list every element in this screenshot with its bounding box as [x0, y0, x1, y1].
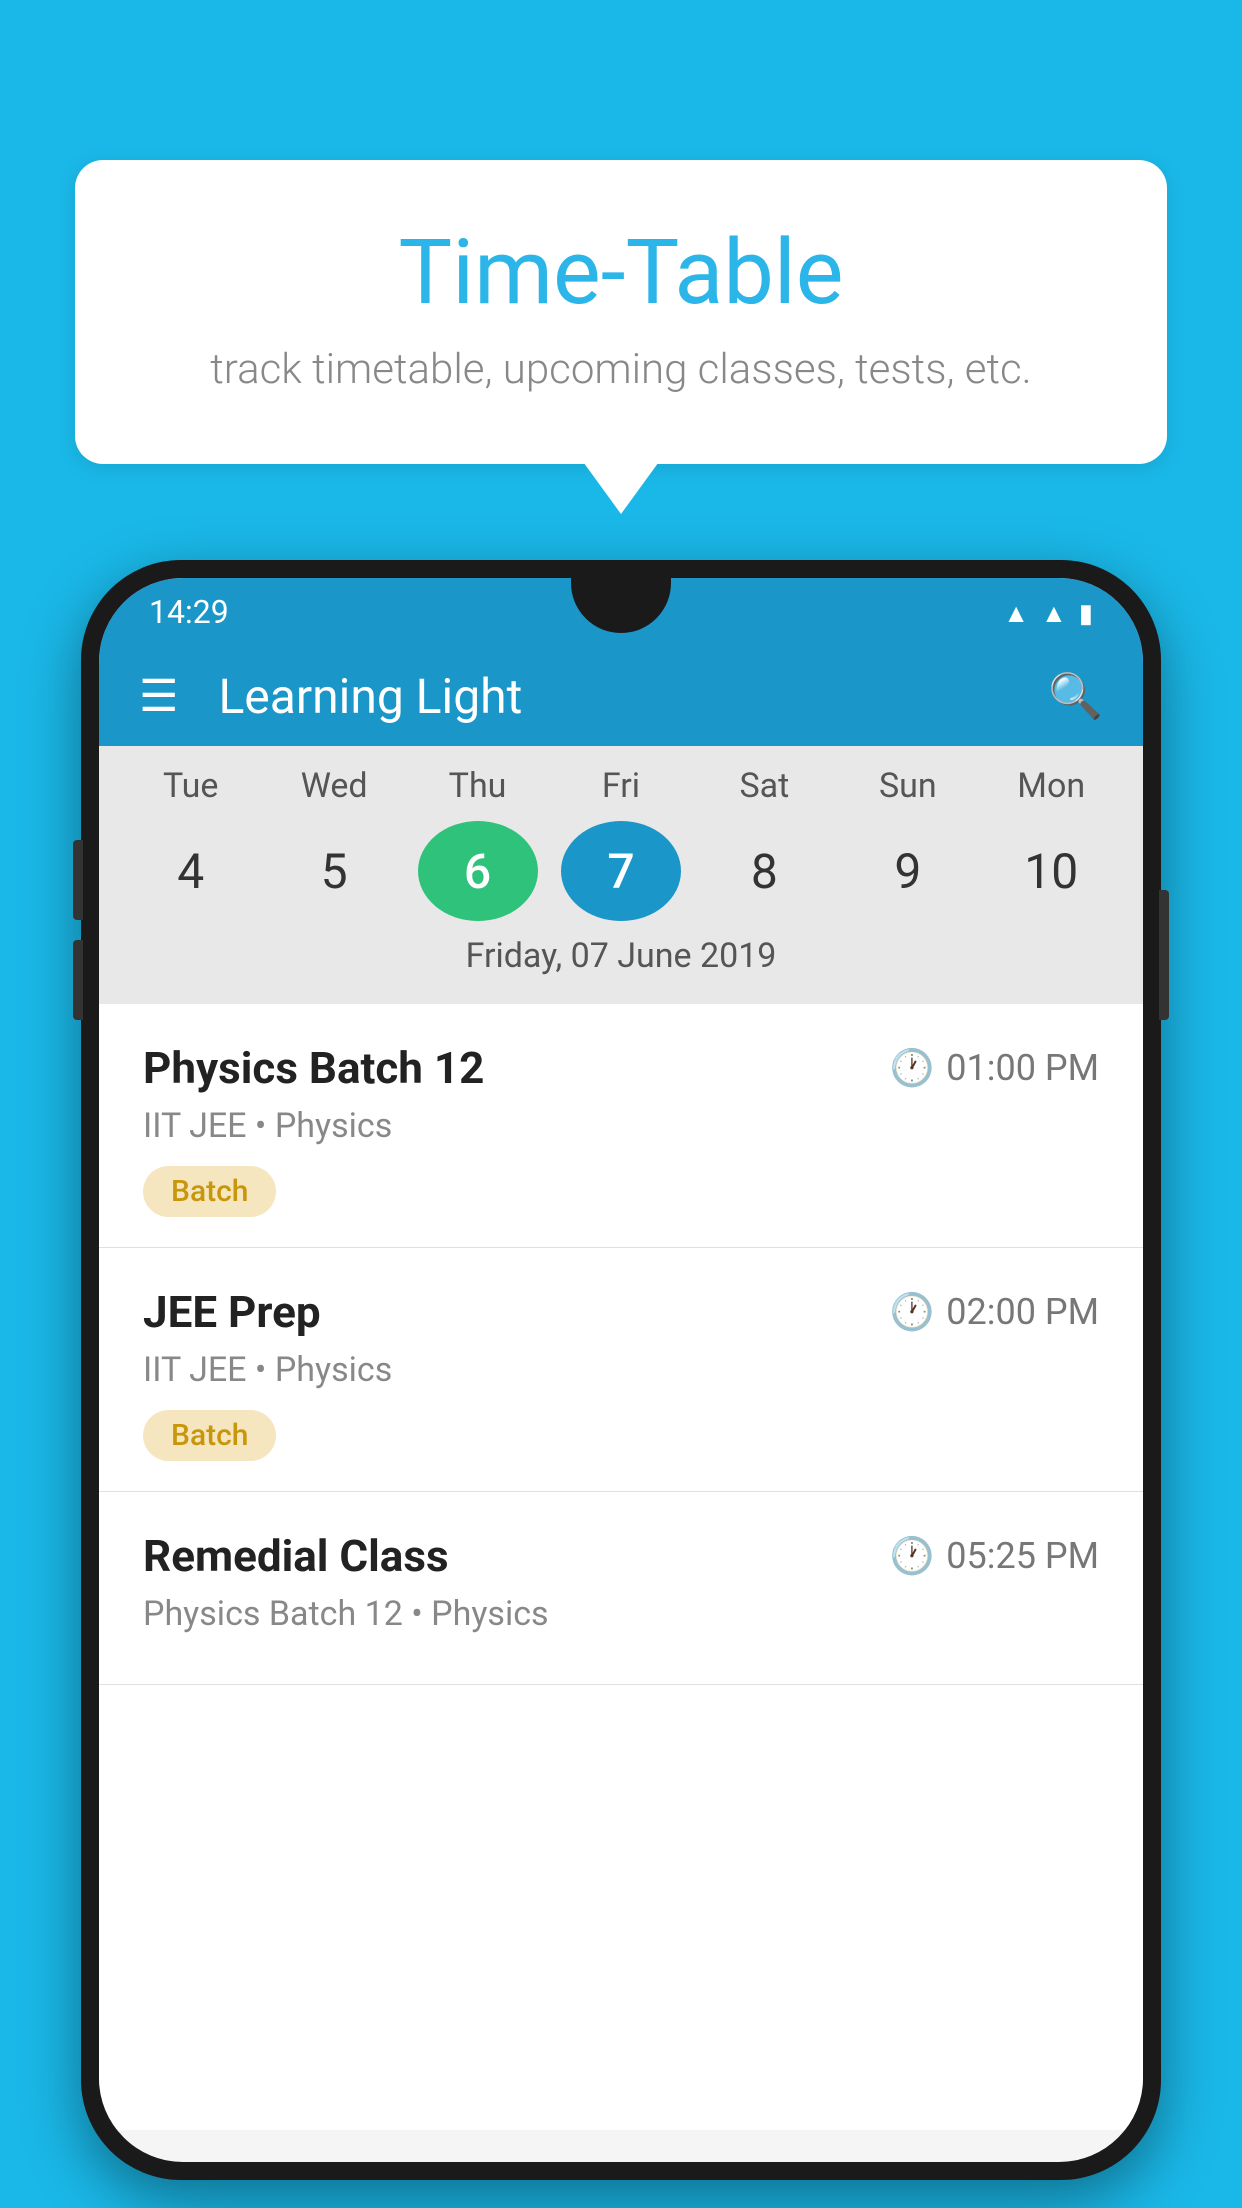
clock-icon-2: 🕐 — [889, 1291, 934, 1333]
status-time: 14:29 — [149, 593, 229, 631]
schedule-list: Physics Batch 12 🕐 01:00 PM IIT JEE • Ph… — [99, 1004, 1143, 2130]
schedule-item-1[interactable]: Physics Batch 12 🕐 01:00 PM IIT JEE • Ph… — [99, 1004, 1143, 1248]
speech-bubble-container: Time-Table track timetable, upcoming cla… — [75, 160, 1167, 464]
phone-wrapper: 14:29 ☰ Learning Light 🔍 Tue Wed — [75, 560, 1167, 2180]
schedule-item-3[interactable]: Remedial Class 🕐 05:25 PM Physics Batch … — [99, 1492, 1143, 1685]
battery-icon — [1079, 596, 1093, 629]
selected-date-label: Friday, 07 June 2019 — [119, 936, 1123, 994]
app-header: ☰ Learning Light 🔍 — [99, 646, 1143, 746]
status-bar: 14:29 — [99, 578, 1143, 646]
phone-screen: 14:29 ☰ Learning Light 🔍 Tue Wed — [99, 578, 1143, 2162]
day-9[interactable]: 9 — [848, 821, 968, 921]
day-6-today[interactable]: 6 — [418, 821, 538, 921]
schedule-item-1-header: Physics Batch 12 🕐 01:00 PM — [143, 1042, 1099, 1094]
schedule-time-2: 🕐 02:00 PM — [889, 1291, 1099, 1333]
vol-up-button[interactable] — [73, 840, 83, 920]
schedule-time-1: 🕐 01:00 PM — [889, 1047, 1099, 1089]
day-10[interactable]: 10 — [991, 821, 1111, 921]
day-numbers-row: 4 5 6 7 8 9 10 — [119, 821, 1123, 921]
vol-down-button[interactable] — [73, 940, 83, 1020]
day-7-selected[interactable]: 7 — [561, 821, 681, 921]
schedule-item-2[interactable]: JEE Prep 🕐 02:00 PM IIT JEE • Physics Ba… — [99, 1248, 1143, 1492]
schedule-title-2: JEE Prep — [143, 1286, 321, 1338]
phone-frame: 14:29 ☰ Learning Light 🔍 Tue Wed — [81, 560, 1161, 2180]
schedule-subtitle-2: IIT JEE • Physics — [143, 1350, 1099, 1390]
batch-badge-1: Batch — [143, 1166, 276, 1217]
day-name-tue[interactable]: Tue — [131, 766, 251, 806]
day-name-thu[interactable]: Thu — [418, 766, 538, 806]
day-8[interactable]: 8 — [704, 821, 824, 921]
day-name-fri[interactable]: Fri — [561, 766, 681, 806]
schedule-subtitle-1: IIT JEE • Physics — [143, 1106, 1099, 1146]
day-names-row: Tue Wed Thu Fri Sat Sun Mon — [119, 766, 1123, 806]
signal-icon — [1041, 596, 1067, 629]
day-name-sun[interactable]: Sun — [848, 766, 968, 806]
camera-notch — [571, 578, 671, 633]
clock-icon-3: 🕐 — [889, 1535, 934, 1577]
app-title: Learning Light — [218, 668, 1048, 725]
schedule-title-1: Physics Batch 12 — [143, 1042, 484, 1094]
power-button[interactable] — [1159, 890, 1169, 1020]
wifi-icon — [1003, 596, 1029, 629]
day-4[interactable]: 4 — [131, 821, 251, 921]
speech-bubble: Time-Table track timetable, upcoming cla… — [75, 160, 1167, 464]
schedule-item-2-header: JEE Prep 🕐 02:00 PM — [143, 1286, 1099, 1338]
day-name-sat[interactable]: Sat — [704, 766, 824, 806]
menu-icon[interactable]: ☰ — [139, 674, 178, 718]
schedule-item-3-header: Remedial Class 🕐 05:25 PM — [143, 1530, 1099, 1582]
calendar-header: Tue Wed Thu Fri Sat Sun Mon 4 5 6 7 8 9 … — [99, 746, 1143, 1004]
search-icon[interactable]: 🔍 — [1048, 670, 1103, 722]
clock-icon-1: 🕐 — [889, 1047, 934, 1089]
main-subtitle: track timetable, upcoming classes, tests… — [145, 345, 1097, 394]
main-title: Time-Table — [145, 220, 1097, 325]
day-5[interactable]: 5 — [274, 821, 394, 921]
status-icons — [1003, 596, 1093, 629]
schedule-subtitle-3: Physics Batch 12 • Physics — [143, 1594, 1099, 1634]
batch-badge-2: Batch — [143, 1410, 276, 1461]
schedule-title-3: Remedial Class — [143, 1530, 449, 1582]
schedule-time-3: 🕐 05:25 PM — [889, 1535, 1099, 1577]
day-name-mon[interactable]: Mon — [991, 766, 1111, 806]
day-name-wed[interactable]: Wed — [274, 766, 394, 806]
